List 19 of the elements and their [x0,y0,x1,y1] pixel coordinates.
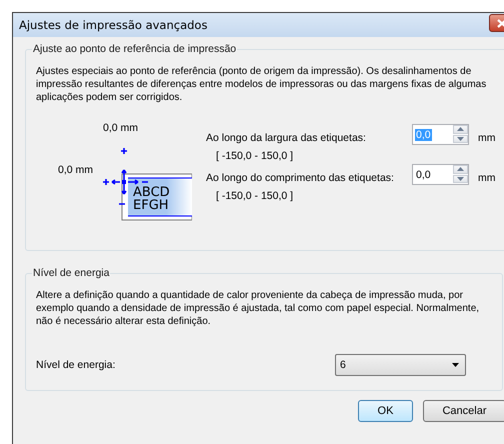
offset-label: 0,0 mm [103,122,138,134]
energy-dropdown[interactable]: 6 [335,354,466,376]
sample-text: ABCD EFGH [133,186,170,212]
description-text: Altere a definição quando a quantidade de calor proveniente da cabeça de impressão muda, por exemplo quando a densidade de impressão é ajustada, tal como com papel especial. Normalmente, não é necessário alterar esta definição. [36,289,480,328]
group-title: Nível de energia [32,267,110,279]
group-title: Ajuste ao ponto de referência de impressão [32,43,238,55]
unit-label: mm [478,132,496,144]
offset-label: 0,0 mm [58,164,94,176]
dialog-button[interactable]: Cancelar [423,400,504,422]
energy-label: Nível de energia: [36,359,116,371]
field-label: Ao longo do comprimento das etiquetas: [206,172,395,184]
description-text: Ajustes especiais ao ponto de referência (ponto de origem da impressão). Os desalinhamentos de impressão resultantes de diferenças entre modelos de impressoras ou das margens fixas de algumas aplicações podem ser corrigidos. [36,65,488,104]
range-text: [ -150,0 - 150,0 ] [216,190,294,202]
spin-field[interactable]: 0,0 [412,164,469,185]
dialog-button[interactable]: OK [358,400,413,422]
unit-label: mm [478,172,496,184]
window-title: Ajustes de impressão avançados [19,18,208,32]
range-text: [ -150,0 - 150,0 ] [216,150,294,162]
field-label: Ao longo da largura das etiquetas: [206,132,367,144]
